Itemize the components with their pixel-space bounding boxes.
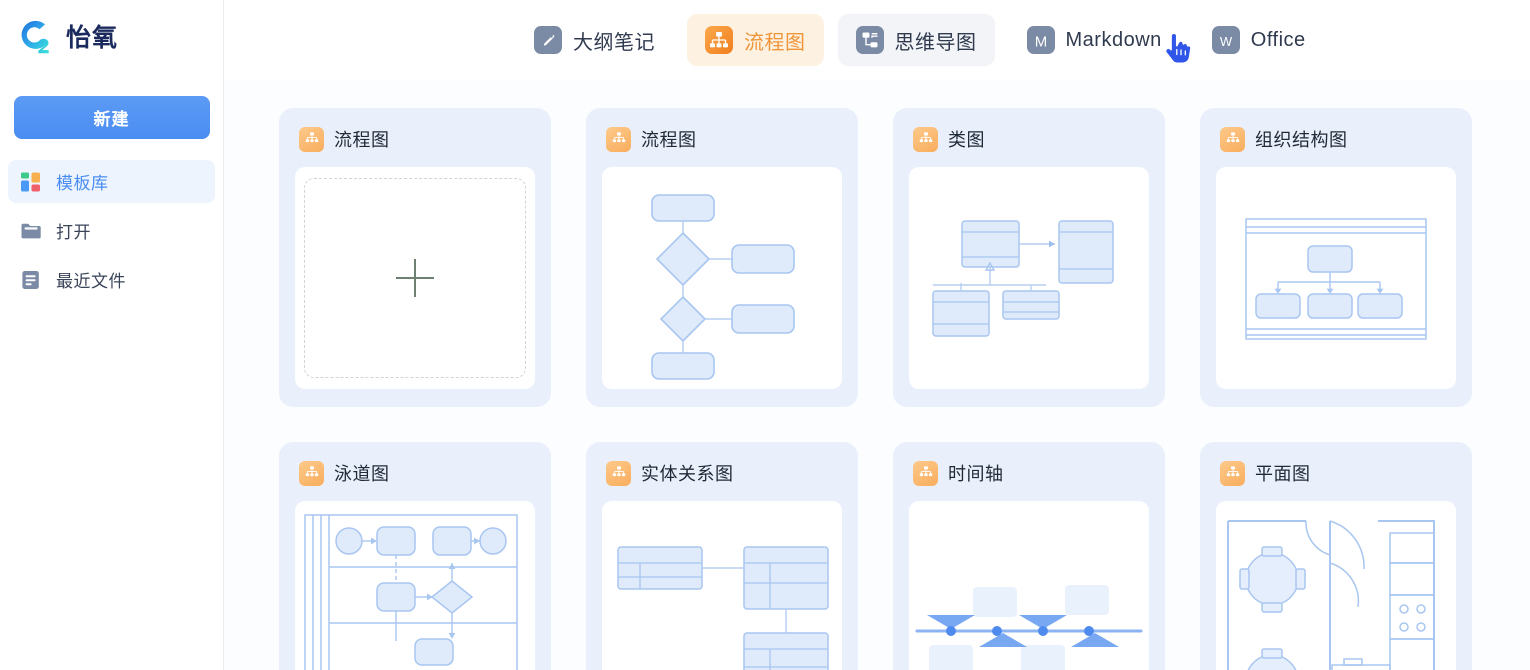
tab-label: 流程图 [744, 31, 806, 54]
template-card-class-diagram[interactable]: 类图 [893, 108, 1165, 407]
card-header: 实体关系图 [602, 458, 842, 488]
template-card-new[interactable]: 流程图 [279, 108, 551, 407]
sidebar-item-label: 最近文件 [56, 272, 126, 291]
card-header: 组织结构图 [1216, 124, 1456, 154]
template-grid: 流程图 流程图 类图 组织结构图 泳道图 实体关系图 时间轴 平面图 [224, 80, 1530, 670]
template-thumbnail[interactable] [1216, 167, 1456, 389]
main-content: 大纲笔记 流程图 思维导图 M Markdown W Office 流程图 流程… [224, 0, 1530, 670]
card-header: 流程图 [295, 124, 535, 154]
office-w-icon: W [1211, 26, 1240, 54]
svg-text:M: M [1034, 33, 1047, 50]
card-title: 平面图 [1255, 464, 1311, 484]
card-title: 泳道图 [334, 464, 390, 484]
card-title: 实体关系图 [641, 464, 734, 484]
plus-icon [396, 259, 434, 297]
card-title: 流程图 [641, 130, 697, 150]
tab-outline-notes[interactable]: 大纲笔记 [516, 14, 673, 66]
card-title: 类图 [948, 130, 985, 150]
flowchart-badge-icon [299, 126, 324, 152]
sidebar-item-label: 模板库 [56, 174, 109, 193]
card-header: 平面图 [1216, 458, 1456, 488]
tab-mindmap[interactable]: 思维导图 [837, 14, 995, 66]
sidebar-item-recent-files[interactable]: 最近文件 [8, 258, 215, 301]
flowchart-badge-icon [606, 126, 631, 152]
tab-label: Markdown [1065, 28, 1162, 51]
new-button[interactable]: 新建 [13, 96, 210, 139]
card-header: 类图 [909, 124, 1149, 154]
template-card-org-chart[interactable]: 组织结构图 [1200, 108, 1472, 407]
brand: 怡氧 [0, 0, 223, 62]
template-card-flowchart[interactable]: 流程图 [586, 108, 858, 407]
template-thumbnail[interactable] [1216, 501, 1456, 670]
template-thumbnail[interactable] [295, 167, 535, 389]
flowchart-badge-icon [1220, 126, 1245, 152]
svg-text:W: W [1220, 34, 1233, 49]
flowchart-badge-icon [913, 460, 938, 486]
card-header: 流程图 [602, 124, 842, 154]
sidebar-item-open[interactable]: 打开 [8, 209, 215, 252]
template-card-timeline[interactable]: 时间轴 [893, 442, 1165, 670]
card-title: 时间轴 [948, 464, 1004, 484]
template-card-swimlane[interactable]: 泳道图 [279, 442, 551, 670]
tab-flowchart[interactable]: 流程图 [687, 14, 824, 66]
folder-icon [20, 220, 42, 242]
flowchart-badge-icon [299, 460, 324, 486]
template-thumbnail[interactable] [909, 501, 1149, 670]
o2-logo-icon [14, 17, 56, 59]
card-title: 组织结构图 [1255, 130, 1348, 150]
card-header: 时间轴 [909, 458, 1149, 488]
app-root: 怡氧 新建 模板库 打开 最近文件 大纲笔记 流程图 思维导图 M Markdo… [0, 0, 1530, 670]
tab-markdown[interactable]: M Markdown [1009, 14, 1180, 66]
document-lines-icon [20, 269, 42, 291]
pen-note-icon [534, 26, 562, 54]
tab-label: 大纲笔记 [573, 31, 655, 54]
sidebar-item-template-library[interactable]: 模板库 [8, 160, 215, 203]
card-header: 泳道图 [295, 458, 535, 488]
template-thumbnail[interactable] [602, 167, 842, 389]
card-title: 流程图 [334, 130, 390, 150]
sidebar: 怡氧 新建 模板库 打开 最近文件 [0, 0, 224, 670]
tab-office[interactable]: W Office [1194, 14, 1324, 66]
markdown-m-icon: M [1026, 26, 1055, 54]
flowchart-badge-icon [606, 460, 631, 486]
template-thumbnail[interactable] [909, 167, 1149, 389]
template-card-er-diagram[interactable]: 实体关系图 [586, 442, 858, 670]
flowchart-badge-icon [1220, 460, 1245, 486]
topbar-tabs: 大纲笔记 流程图 思维导图 M Markdown W Office [224, 0, 1530, 80]
sidebar-item-label: 打开 [56, 223, 91, 242]
template-thumbnail[interactable] [602, 501, 842, 670]
tab-label: Office [1250, 28, 1306, 51]
tab-label: 思维导图 [894, 31, 977, 54]
template-card-floor-plan[interactable]: 平面图 [1200, 442, 1472, 670]
flowchart-icon [705, 26, 733, 54]
sidebar-nav: 模板库 打开 最近文件 [0, 160, 223, 301]
new-canvas-dropzone[interactable] [304, 178, 526, 378]
template-grid-wrapper: 流程图 流程图 类图 组织结构图 泳道图 实体关系图 时间轴 平面图 [224, 80, 1530, 670]
flowchart-badge-icon [913, 126, 938, 152]
template-thumbnail[interactable] [295, 501, 535, 670]
mindmap-icon [855, 26, 884, 54]
brand-name: 怡氧 [66, 23, 119, 52]
template-grid-icon [20, 171, 42, 193]
